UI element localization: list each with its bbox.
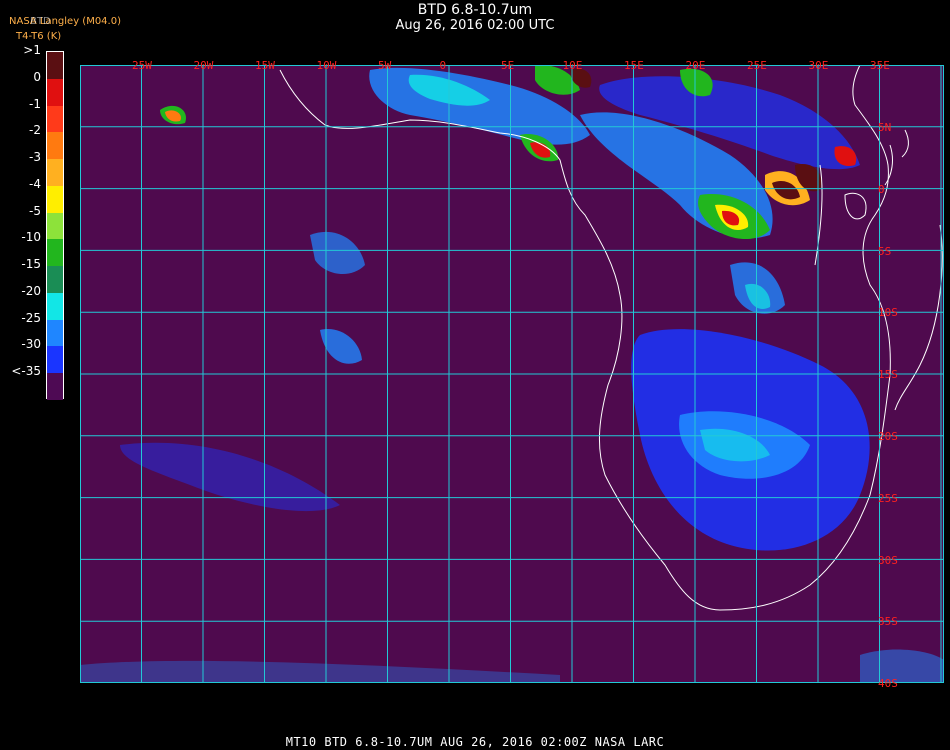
legend-label: -5 xyxy=(29,203,41,218)
legend-label: -15 xyxy=(21,257,41,272)
legend-swatch xyxy=(47,212,63,240)
longitude-label: 15E xyxy=(624,59,644,72)
longitude-label: 0 xyxy=(439,59,447,72)
footer-caption: MT10 BTD 6.8-10.7UM AUG 26, 2016 02:00Z … xyxy=(285,735,665,749)
longitude-label: 25W xyxy=(132,59,152,72)
legend-label: -25 xyxy=(21,310,41,325)
longitude-label: 5E xyxy=(501,59,515,72)
legend-label: -10 xyxy=(21,230,41,245)
legend-label: -4 xyxy=(29,176,41,191)
legend-swatch xyxy=(47,78,63,106)
satellite-map xyxy=(80,65,944,683)
latitude-label: 5N xyxy=(878,121,892,134)
latitude-label: 10S xyxy=(878,306,898,320)
latitude-label: 5S xyxy=(878,244,892,258)
legend-label: -3 xyxy=(29,150,41,165)
legend-swatch xyxy=(47,132,63,160)
image-title: BTD 6.8-10.7um xyxy=(417,2,533,18)
latitude-label: 35S xyxy=(878,615,898,629)
legend-swatch xyxy=(47,105,63,133)
longitude-label: 15W xyxy=(255,59,275,72)
legend-label: -1 xyxy=(29,96,41,111)
variable-label: BTD xyxy=(30,16,51,27)
longitude-label: 30E xyxy=(808,59,829,72)
legend-swatch xyxy=(47,292,63,320)
longitude-label: 5W xyxy=(378,59,392,72)
legend-swatch xyxy=(47,319,63,347)
latitude-label: 40S xyxy=(878,677,898,691)
longitude-label: 10W xyxy=(316,59,337,72)
legend-swatch xyxy=(47,373,63,400)
legend-label: -2 xyxy=(29,123,41,138)
legend-swatch xyxy=(47,346,63,374)
longitude-label: 20E xyxy=(685,59,706,72)
legend-swatch xyxy=(47,52,63,79)
latitude-label: 20S xyxy=(878,430,898,443)
longitude-label: 35E xyxy=(870,59,890,72)
legend-swatch xyxy=(47,266,63,293)
image-datetime: Aug 26, 2016 02:00 UTC xyxy=(395,18,555,33)
latitude-label: 15S xyxy=(878,368,898,382)
legend-label: <-35 xyxy=(11,364,41,379)
legend-label: -20 xyxy=(21,283,41,298)
legend-label: -30 xyxy=(21,337,41,352)
longitude-label: 25E xyxy=(747,59,767,72)
source-label: NASA Langley (M04.0) xyxy=(9,16,121,27)
longitude-label: 10E xyxy=(562,59,583,72)
units-label: T4-T6 (K) xyxy=(16,31,62,42)
longitude-label: 20W xyxy=(193,59,214,72)
latitude-label: 0 xyxy=(878,182,885,196)
legend-label: >1 xyxy=(23,43,41,57)
legend-swatch xyxy=(47,239,63,267)
latitude-label: 30S xyxy=(878,553,898,567)
latitude-label: 25S xyxy=(878,491,898,505)
color-legend-bar xyxy=(46,51,64,400)
legend-swatch xyxy=(47,185,63,213)
legend-label: 0 xyxy=(33,69,41,84)
legend-swatch xyxy=(47,159,63,186)
